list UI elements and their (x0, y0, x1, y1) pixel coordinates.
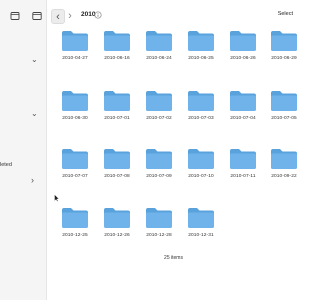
folder-label: 2010-06-30 (62, 116, 88, 121)
folder-label: 2010-07-01 (104, 116, 130, 121)
folder-label: 2010-06-26 (230, 56, 256, 61)
folder-item[interactable]: 2010-09-22 (266, 148, 302, 179)
folder-label: 2010-07-04 (230, 116, 256, 121)
folder-icon (146, 31, 172, 51)
folder-icon (62, 31, 88, 51)
folder-item[interactable]: 2010-12-28 (141, 207, 177, 238)
folder-label: 2010-07-11 (230, 174, 256, 179)
folder-label: 2010-07-08 (104, 174, 130, 179)
folder-item[interactable]: 2010-07-04 (225, 90, 261, 121)
folder-label: 2010-06-25 (188, 56, 214, 61)
chevron-left-icon: ‹ (56, 10, 60, 23)
chevron-down-icon[interactable]: ⌄ (31, 110, 39, 118)
folder-icon (104, 149, 130, 169)
folder-item[interactable]: 2010-07-05 (266, 90, 302, 121)
chevron-right-icon[interactable]: › (31, 176, 39, 185)
folder-icon (188, 91, 214, 111)
main-content: ‹ › 2010 Select 2010-04-27 2010-06-16 2010… (47, 0, 300, 300)
folder-label: 2010-06-29 (271, 56, 297, 61)
folder-icon (146, 91, 172, 111)
folder-label: 2010-07-05 (271, 116, 297, 121)
folder-icon (230, 91, 256, 111)
folder-item[interactable]: 2010-12-31 (183, 207, 219, 238)
folder-item[interactable]: 2010-07-07 (57, 148, 93, 179)
folder-item[interactable]: 2010-06-24 (141, 30, 177, 61)
folder-item[interactable]: 2010-07-03 (183, 90, 219, 121)
folder-icon (230, 31, 256, 51)
folder-icon (271, 31, 297, 51)
folder-label: 2010-09-22 (271, 174, 297, 179)
folder-icon (271, 149, 297, 169)
folder-item[interactable]: 2010-07-09 (141, 148, 177, 179)
folder-label: 2010-07-02 (146, 116, 172, 121)
folder-item[interactable]: 2010-12-25 (57, 207, 93, 238)
folder-item[interactable]: 2010-07-02 (141, 90, 177, 121)
folder-icon (188, 149, 214, 169)
folder-icon (104, 91, 130, 111)
forward-button[interactable]: › (64, 9, 76, 22)
sidebar: ⌄ ⌄ leted › (0, 0, 47, 300)
folder-label: 2010-06-16 (104, 56, 130, 61)
folder-icon (230, 149, 256, 169)
folder-icon (62, 149, 88, 169)
sidebar-toggle-icon[interactable] (10, 11, 20, 21)
item-count: 25 items (164, 255, 183, 261)
folder-label: 2010-07-10 (188, 174, 214, 179)
folder-item[interactable]: 2010-06-25 (183, 30, 219, 61)
cursor-icon (54, 194, 60, 202)
back-button[interactable]: ‹ (51, 9, 65, 24)
folder-icon (188, 208, 214, 228)
select-button[interactable]: Select (278, 11, 293, 17)
folder-item[interactable]: 2010-06-30 (57, 90, 93, 121)
chevron-down-icon[interactable]: ⌄ (31, 56, 39, 64)
folder-icon (104, 31, 130, 51)
chevron-right-icon: › (68, 9, 72, 22)
folder-icon (62, 91, 88, 111)
folder-item[interactable]: 2010-07-11 (225, 148, 261, 179)
folder-label: 2010-12-28 (146, 233, 172, 238)
folder-label: 2010-12-25 (62, 233, 88, 238)
folder-icon (146, 149, 172, 169)
folder-item[interactable]: 2010-07-08 (99, 148, 135, 179)
sidebar-item-label[interactable]: leted (0, 162, 12, 168)
folder-label: 2010-12-26 (104, 233, 130, 238)
folder-item[interactable]: 2010-04-27 (57, 30, 93, 61)
folder-icon (62, 208, 88, 228)
folder-label: 2010-04-27 (62, 56, 88, 61)
folder-label: 2010-06-24 (146, 56, 172, 61)
folder-icon (146, 208, 172, 228)
folder-label: 2010-07-03 (188, 116, 214, 121)
folder-item[interactable]: 2010-06-16 (99, 30, 135, 61)
folder-item[interactable]: 2010-07-01 (99, 90, 135, 121)
folder-label: 2010-12-31 (188, 233, 214, 238)
folder-icon (188, 31, 214, 51)
folder-label: 2010-07-07 (62, 174, 88, 179)
info-icon[interactable] (94, 11, 102, 19)
folder-icon (104, 208, 130, 228)
folder-item[interactable]: 2010-06-29 (266, 30, 302, 61)
window-icon[interactable] (32, 11, 42, 21)
folder-item[interactable]: 2010-06-26 (225, 30, 261, 61)
folder-label: 2010-07-09 (146, 174, 172, 179)
folder-item[interactable]: 2010-07-10 (183, 148, 219, 179)
folder-icon (271, 91, 297, 111)
folder-item[interactable]: 2010-12-26 (99, 207, 135, 238)
